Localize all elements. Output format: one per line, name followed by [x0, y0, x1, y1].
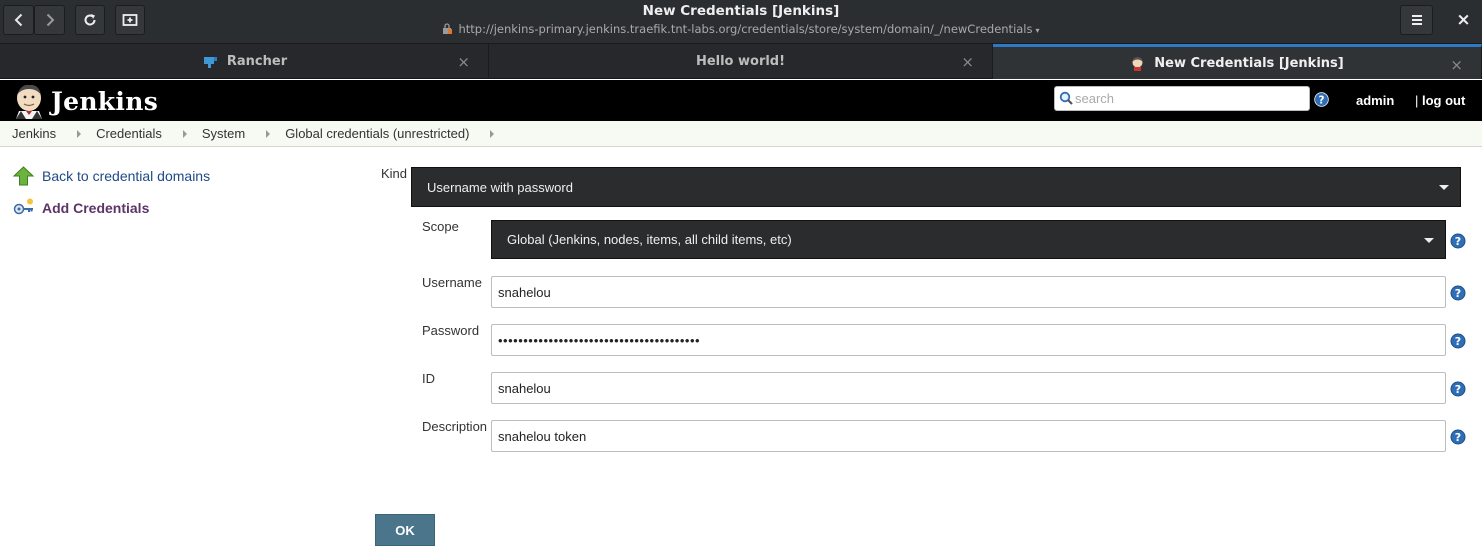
- scope-select[interactable]: Global (Jenkins, nodes, items, all child…: [491, 220, 1446, 259]
- jenkins-favicon-icon: [1132, 56, 1143, 71]
- description-field[interactable]: [491, 420, 1446, 452]
- help-icon[interactable]: ?: [1450, 285, 1466, 301]
- breadcrumb-label[interactable]: System: [202, 126, 245, 141]
- url-text: http://jenkins-primary.jenkins.traefik.t…: [458, 22, 1033, 36]
- breadcrumb-arrow-icon[interactable]: [490, 129, 495, 138]
- breadcrumb-label[interactable]: Jenkins: [12, 126, 56, 141]
- username-label: Username: [422, 275, 482, 290]
- menu-button[interactable]: [1400, 5, 1433, 35]
- search-box[interactable]: [1054, 86, 1310, 111]
- rancher-favicon-icon: [203, 57, 217, 68]
- svg-text:?: ?: [1455, 287, 1461, 300]
- key-icon: [13, 198, 33, 215]
- jenkins-logo[interactable]: Jenkins: [13, 83, 158, 119]
- breadcrumb-item-global-credentials[interactable]: Global credentials (unrestricted): [270, 126, 495, 141]
- jenkins-header: Jenkins ? admin | log out: [0, 80, 1482, 121]
- svg-text:?: ?: [1455, 383, 1461, 396]
- sidebar-item-add-credentials[interactable]: Add Credentials: [13, 198, 149, 218]
- tab-label: Rancher: [226, 54, 288, 69]
- jenkins-butler-icon: [16, 84, 42, 119]
- ok-button[interactable]: OK: [375, 514, 435, 546]
- tab-close-icon[interactable]: ×: [961, 53, 974, 71]
- url-dropdown-icon[interactable]: ▾: [1036, 26, 1040, 35]
- sidebar-item-label[interactable]: Back to credential domains: [42, 168, 210, 184]
- hamburger-icon: [1411, 15, 1422, 25]
- user-link[interactable]: admin: [1356, 93, 1394, 108]
- tab-close-icon[interactable]: ×: [457, 53, 470, 71]
- id-label: ID: [422, 371, 435, 386]
- up-arrow-icon: [13, 166, 34, 186]
- help-icon[interactable]: ?: [1450, 233, 1466, 249]
- chevron-down-icon: [1439, 185, 1449, 190]
- help-icon[interactable]: ?: [1450, 429, 1466, 445]
- browser-header-bar: New Credentials [Jenkins] http://jenkins…: [0, 0, 1482, 44]
- tab-label: New Credentials [Jenkins]: [1154, 55, 1344, 71]
- breadcrumb-label[interactable]: Credentials: [96, 126, 162, 141]
- help-icon[interactable]: ?: [1314, 92, 1329, 107]
- kind-selected-value: Username with password: [427, 179, 573, 195]
- breadcrumb-item-jenkins[interactable]: Jenkins: [0, 126, 82, 141]
- username-field[interactable]: [491, 276, 1446, 308]
- tab-hello-world[interactable]: Hello world! ×: [489, 44, 993, 79]
- window-close-button[interactable]: ×: [1447, 5, 1480, 35]
- chevron-down-icon: [1424, 237, 1434, 243]
- sidebar-item-label[interactable]: Add Credentials: [42, 200, 149, 216]
- tab-rancher[interactable]: Rancher ×: [2, 44, 489, 79]
- tab-label: Hello world!: [695, 54, 786, 69]
- description-label: Description: [422, 419, 488, 434]
- kind-label: Kind: [381, 166, 408, 181]
- tab-new-credentials[interactable]: New Credentials [Jenkins] ×: [993, 44, 1482, 79]
- breadcrumb-label[interactable]: Global credentials (unrestricted): [285, 126, 469, 141]
- window-title: New Credentials [Jenkins]: [642, 3, 840, 19]
- password-label: Password: [422, 323, 480, 338]
- scope-label: Scope: [422, 219, 459, 234]
- breadcrumb-item-credentials[interactable]: Credentials: [81, 126, 187, 141]
- sidebar-item-back-to-domains[interactable]: Back to credential domains: [13, 166, 210, 186]
- header-separator: |: [1415, 93, 1419, 108]
- help-icon[interactable]: ?: [1450, 381, 1466, 397]
- svg-text:?: ?: [1455, 335, 1461, 348]
- password-field[interactable]: [491, 324, 1446, 356]
- breadcrumb-item-system[interactable]: System: [187, 126, 271, 141]
- help-icon[interactable]: ?: [1450, 333, 1466, 349]
- svg-text:?: ?: [1455, 431, 1461, 444]
- jenkins-brand-text: Jenkins: [51, 86, 159, 116]
- tab-bar: Rancher × Hello world! × New Credentials…: [0, 44, 1482, 79]
- scope-selected-value: Global (Jenkins, nodes, items, all child…: [507, 232, 792, 247]
- search-input[interactable]: [1075, 89, 1305, 108]
- tab-close-icon[interactable]: ×: [1450, 56, 1463, 74]
- breadcrumb: Jenkins Credentials System Global creden…: [0, 121, 1482, 147]
- svg-text:?: ?: [1455, 235, 1461, 248]
- id-field[interactable]: [491, 372, 1446, 404]
- insecure-lock-icon: [443, 23, 453, 34]
- url-bar[interactable]: http://jenkins-primary.jenkins.traefik.t…: [0, 22, 1482, 36]
- logout-link[interactable]: log out: [1422, 93, 1465, 108]
- kind-select[interactable]: Username with password: [411, 167, 1461, 207]
- svg-text:?: ?: [1319, 94, 1325, 106]
- search-icon: [1059, 91, 1073, 105]
